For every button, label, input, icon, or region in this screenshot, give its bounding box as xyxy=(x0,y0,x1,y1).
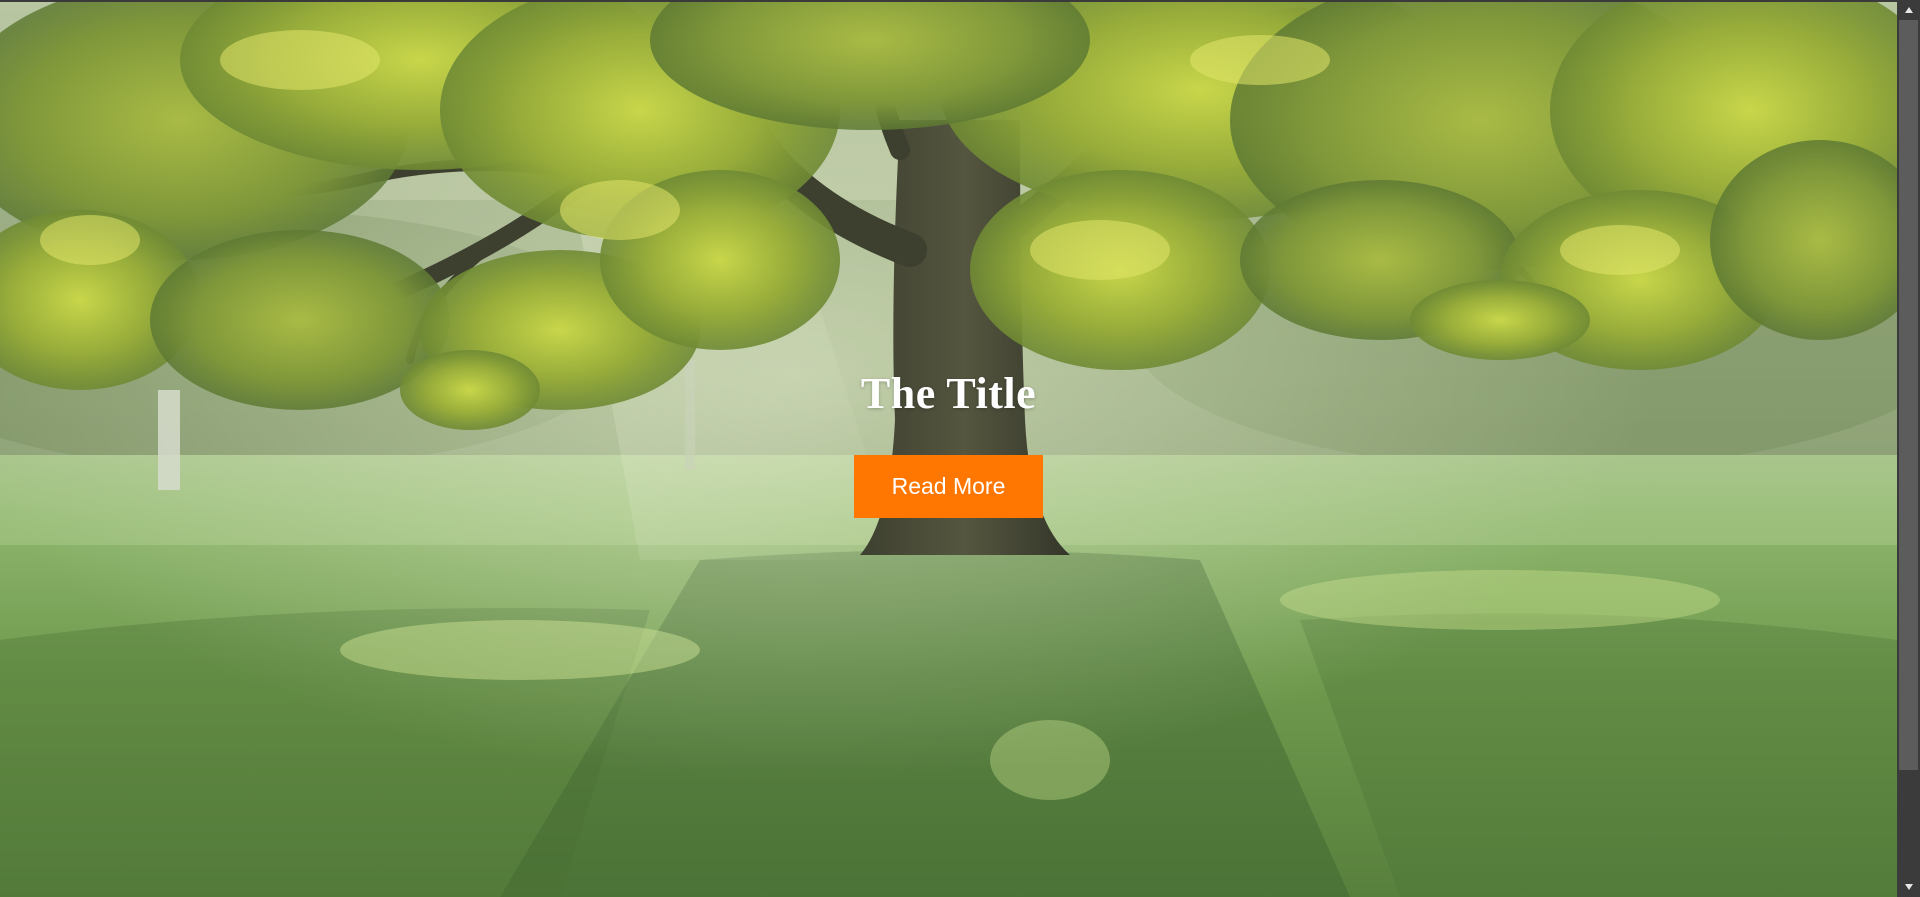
vertical-scrollbar[interactable] xyxy=(1897,0,1920,897)
read-more-button[interactable]: Read More xyxy=(854,455,1043,518)
scrollbar-thumb[interactable] xyxy=(1899,20,1918,770)
hero-title: The Title xyxy=(860,369,1037,418)
scroll-down-button[interactable] xyxy=(1897,877,1920,897)
hero-section: The Title Read More xyxy=(0,0,1897,897)
page-viewport: The Title Read More xyxy=(0,0,1897,897)
triangle-down-icon xyxy=(1904,884,1913,890)
triangle-up-icon xyxy=(1904,7,1913,13)
scroll-up-button[interactable] xyxy=(1897,0,1920,20)
